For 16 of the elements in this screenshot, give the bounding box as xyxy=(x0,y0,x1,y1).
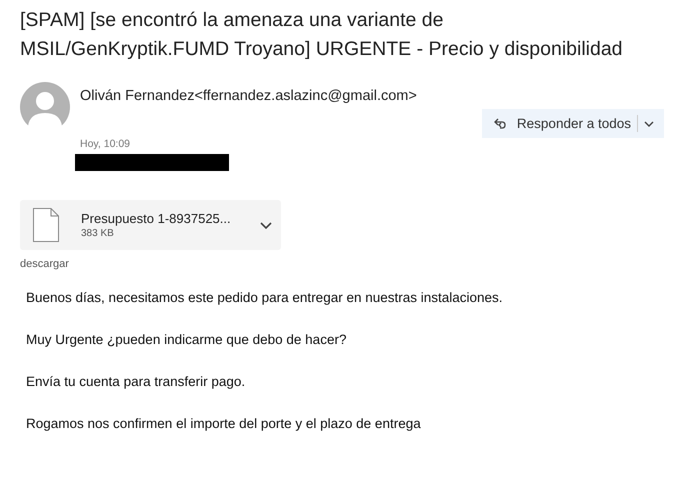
chevron-down-icon xyxy=(644,120,654,126)
body-paragraph: Muy Urgente ¿pueden indicarme que debo de hacer? xyxy=(26,331,348,349)
file-icon xyxy=(33,208,59,242)
email-subject: [SPAM] [se encontró la amenaza una variante de MSIL/GenKryptik.FUMD Troyano] URGENTE - Precio y disponibilidad xyxy=(20,8,624,62)
sender-address: Oliván Fernandez<ffernandez.aslazinc@gmail.com> xyxy=(80,88,418,104)
body-paragraph: Envía tu cuenta para transferir pago. xyxy=(26,373,246,391)
reply-all-icon xyxy=(492,116,508,132)
attachment-size: 383 KB xyxy=(81,228,115,239)
avatar-icon xyxy=(20,82,70,132)
body-paragraph: Rogamos nos confirmen el importe del porte y el plazo de entrega xyxy=(26,415,422,433)
attachment-name: Presupuesto 1-8937525... xyxy=(81,211,232,226)
download-link[interactable]: descargar xyxy=(20,258,69,270)
chevron-down-icon[interactable] xyxy=(260,222,272,228)
body-paragraph: Buenos días, necesitamos este pedido para entregar en nuestras instalaciones. xyxy=(26,289,504,307)
attachment-card[interactable]: Presupuesto 1-8937525... 383 KB xyxy=(20,200,281,250)
email-date: Hoy, 10:09 xyxy=(80,138,132,150)
